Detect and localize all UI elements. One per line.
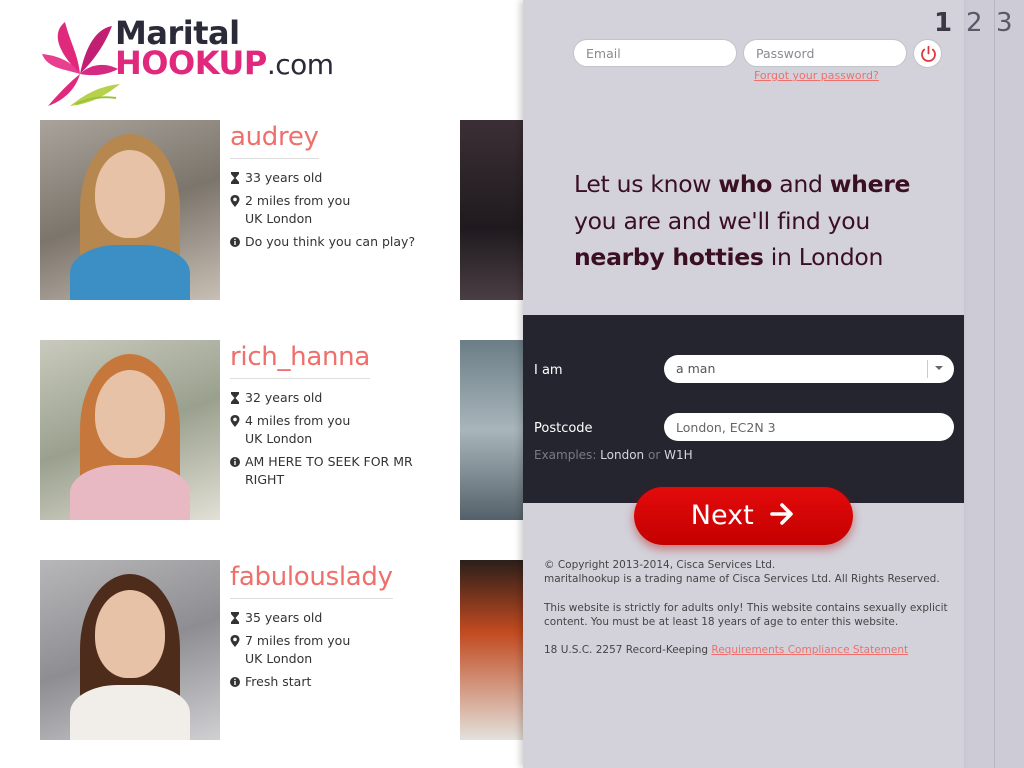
profile-age-text: 32 years old bbox=[245, 390, 323, 405]
profile-message: AM HERE TO SEEK FOR MR RIGHT bbox=[230, 453, 440, 489]
step-panel-2[interactable] bbox=[963, 0, 995, 768]
postcode-input[interactable] bbox=[664, 413, 954, 441]
profile-message-text: AM HERE TO SEEK FOR MR RIGHT bbox=[245, 454, 413, 487]
profile-photo-partial[interactable] bbox=[460, 560, 524, 740]
location-pin-icon bbox=[230, 635, 240, 647]
profile-card[interactable]: audrey 33 years old 2 miles from you UK … bbox=[40, 120, 440, 300]
iam-label: I am bbox=[534, 363, 563, 378]
footer-trading: maritalhookup is a trading name of Cisca… bbox=[544, 573, 940, 586]
email-field[interactable] bbox=[573, 39, 737, 67]
postcode-label: Postcode bbox=[534, 421, 593, 436]
gender-select-value: a man bbox=[676, 361, 716, 376]
step-1-indicator[interactable]: 1 bbox=[934, 8, 952, 38]
profile-message: Do you think you can play? bbox=[230, 233, 440, 251]
arrow-right-icon bbox=[770, 502, 794, 525]
footer-adults-notice: This website is strictly for adults only… bbox=[544, 601, 948, 628]
step-panel-3[interactable] bbox=[994, 0, 1024, 768]
footer-copyright: © Copyright 2013-2014, Cisca Services Lt… bbox=[544, 559, 776, 571]
step-2-indicator[interactable]: 2 bbox=[966, 8, 983, 38]
profile-photo[interactable] bbox=[40, 340, 220, 520]
profile-age-text: 33 years old bbox=[245, 170, 323, 185]
profile-photo-partial[interactable] bbox=[460, 340, 524, 520]
logo-text-com: .com bbox=[266, 48, 334, 81]
gender-select[interactable]: a man bbox=[664, 355, 954, 383]
password-field[interactable] bbox=[743, 39, 907, 67]
footer-record-text: 18 U.S.C. 2257 Record-Keeping bbox=[544, 644, 712, 657]
headline-text: Let us know bbox=[574, 170, 719, 198]
forgot-password-link[interactable]: Forgot your password? bbox=[754, 69, 879, 82]
example-value: W1H bbox=[664, 448, 693, 462]
hourglass-icon bbox=[231, 612, 239, 624]
profile-distance-text: 2 miles from you bbox=[245, 193, 351, 208]
chevron-down-icon bbox=[935, 366, 943, 370]
postcode-examples: Examples: London or W1H bbox=[534, 448, 693, 462]
logo-text-hookup: HOOKUP.com bbox=[115, 44, 334, 82]
info-icon bbox=[230, 677, 240, 687]
profile-location-text: UK London bbox=[245, 651, 313, 666]
info-icon bbox=[230, 237, 240, 247]
hourglass-icon bbox=[231, 392, 239, 404]
profile-card[interactable]: rich_hanna 32 years old 4 miles from you… bbox=[40, 340, 440, 520]
info-icon bbox=[230, 457, 240, 467]
profile-age: 35 years old bbox=[230, 609, 440, 627]
headline-text: you are and we'll find you bbox=[574, 206, 870, 235]
profile-age-text: 35 years old bbox=[245, 610, 323, 625]
profile-age: 32 years old bbox=[230, 389, 440, 407]
search-form: I am a man Postcode Examples: London or … bbox=[523, 315, 964, 503]
profile-name[interactable]: rich_hanna bbox=[230, 342, 370, 379]
headline: Let us know who and where you are and we… bbox=[574, 166, 944, 276]
examples-prefix: Examples: bbox=[534, 448, 601, 462]
profile-photo-partial[interactable] bbox=[460, 120, 524, 300]
profile-distance-text: 4 miles from you bbox=[245, 413, 351, 428]
headline-emphasis: who bbox=[718, 170, 773, 198]
profile-location-text: UK London bbox=[245, 431, 313, 446]
profile-distance: 2 miles from you UK London bbox=[230, 192, 440, 228]
power-icon bbox=[921, 45, 936, 62]
profile-name[interactable]: fabulouslady bbox=[230, 562, 393, 599]
headline-text: and bbox=[772, 170, 830, 198]
location-pin-icon bbox=[230, 415, 240, 427]
site-logo[interactable]: Marital HOOKUP.com bbox=[40, 14, 334, 110]
compliance-statement-link[interactable]: Requirements Compliance Statement bbox=[711, 644, 908, 656]
headline-emphasis: where bbox=[829, 170, 911, 198]
profile-location-text: UK London bbox=[245, 211, 313, 226]
profile-message-text: Do you think you can play? bbox=[245, 234, 416, 249]
profile-distance-text: 7 miles from you bbox=[245, 633, 351, 648]
profile-age: 33 years old bbox=[230, 169, 440, 187]
profile-message-text: Fresh start bbox=[245, 674, 312, 689]
example-value: London bbox=[600, 448, 645, 462]
hourglass-icon bbox=[231, 172, 239, 184]
signup-panel: Forgot your password? Let us know who an… bbox=[523, 0, 964, 768]
profile-distance: 7 miles from you UK London bbox=[230, 632, 440, 668]
profile-message: Fresh start bbox=[230, 673, 440, 691]
login-button[interactable] bbox=[913, 39, 942, 68]
footer: © Copyright 2013-2014, Cisca Services Lt… bbox=[544, 558, 954, 671]
logo-text-hookup-word: HOOKUP bbox=[115, 44, 267, 82]
next-button-label: Next bbox=[690, 500, 754, 531]
next-button[interactable]: Next bbox=[634, 487, 853, 545]
profile-photo[interactable] bbox=[40, 560, 220, 740]
step-3-indicator[interactable]: 3 bbox=[996, 8, 1013, 38]
examples-or: or bbox=[644, 448, 665, 462]
profile-photo[interactable] bbox=[40, 120, 220, 300]
profile-distance: 4 miles from you UK London bbox=[230, 412, 440, 448]
headline-emphasis: nearby hotties bbox=[574, 243, 764, 271]
location-pin-icon bbox=[230, 195, 240, 207]
profile-card[interactable]: fabulouslady 35 years old 7 miles from y… bbox=[40, 560, 440, 740]
headline-text: in London bbox=[763, 243, 884, 271]
profile-name[interactable]: audrey bbox=[230, 122, 319, 159]
flower-logo-icon bbox=[42, 22, 120, 106]
